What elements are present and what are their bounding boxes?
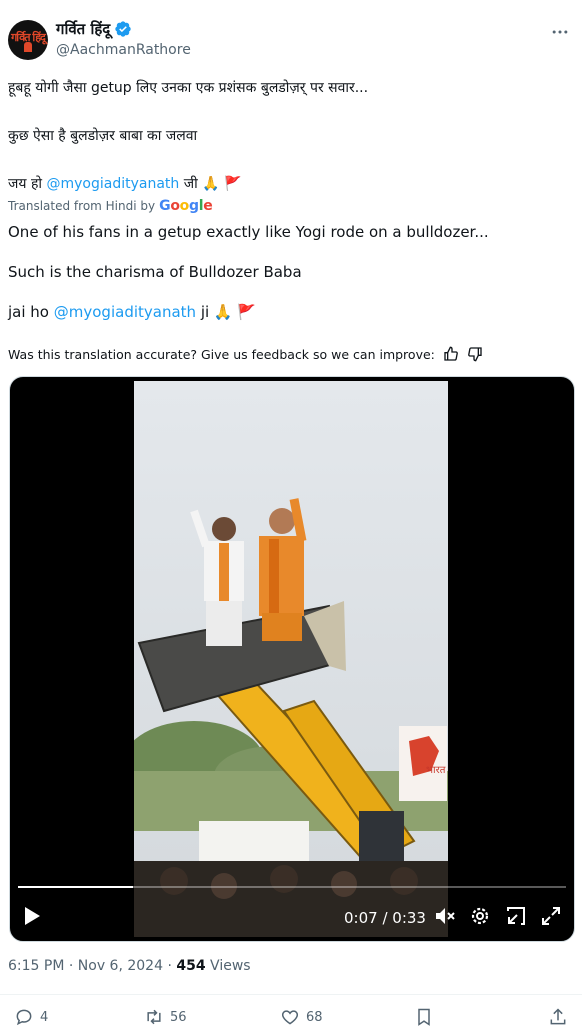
repost-icon <box>147 1009 161 1025</box>
google-logo: Google <box>159 198 213 214</box>
video-player[interactable]: भारत 0:07 / 0:33 <box>9 376 575 942</box>
thumbs-down-icon[interactable] <box>467 346 483 362</box>
like-button[interactable]: 68 <box>280 1006 323 1028</box>
english-line-1: One of his fans in a getup exactly like … <box>8 223 489 241</box>
bookmark-icon <box>418 1008 430 1026</box>
post-meta: 6:15 PM · Nov 6, 2024 · 454 Views <box>8 958 251 974</box>
translation-attribution: Translated from Hindi by Google <box>8 198 213 214</box>
like-icon <box>281 1010 299 1025</box>
feedback-text: Was this translation accurate? Give us f… <box>8 346 435 362</box>
mention-link[interactable]: @myogiadityanath <box>46 176 179 192</box>
meta-separator-2: · <box>167 958 172 974</box>
translation-feedback: Was this translation accurate? Give us f… <box>8 346 483 362</box>
english-line-3: jai ho @myogiadityanath ji 🙏 🚩 <box>8 302 256 322</box>
video-progress-fill <box>18 886 134 888</box>
video-time: 0:07 / 0:33 <box>344 909 426 927</box>
hindi-line-3: जय हो @myogiadityanath जी 🙏 🚩 <box>8 174 242 194</box>
share-icon <box>550 1008 566 1025</box>
hindi-line-3-suffix: जी 🙏 🚩 <box>183 176 242 192</box>
name-row: गर्वित हिंदू <box>56 18 132 40</box>
share-button[interactable] <box>548 1006 568 1028</box>
post-time[interactable]: 6:15 PM <box>8 958 64 974</box>
hindi-line-3-prefix: जय हो <box>8 176 43 192</box>
reply-count: 4 <box>40 1009 49 1025</box>
poster-text: भारत <box>426 765 446 776</box>
views-count: 454 <box>176 958 206 974</box>
hindi-line-2: कुछ ऐसा है बुलडोज़र बाबा का जलवा <box>8 128 198 144</box>
post-header: गर्वित हिंदू गर्वित हिंदू @AachmanRathor… <box>8 16 574 64</box>
mute-icon[interactable] <box>434 905 456 927</box>
bookmark-button[interactable] <box>414 1006 434 1028</box>
play-icon[interactable] <box>22 905 42 927</box>
like-count: 68 <box>306 1009 323 1025</box>
divider <box>0 994 582 995</box>
video-progress-bar[interactable] <box>18 886 566 888</box>
picture-in-picture-icon[interactable] <box>505 905 527 927</box>
repost-button[interactable]: 56 <box>144 1006 187 1028</box>
fullscreen-icon[interactable] <box>540 905 562 927</box>
hindi-line-1: हूबहू योगी जैसा getup लिए उनका एक प्रशंस… <box>8 80 369 96</box>
display-name[interactable]: गर्वित हिंदू <box>56 19 110 39</box>
english-line-3-suffix: ji 🙏 🚩 <box>200 303 257 321</box>
reply-button[interactable]: 4 <box>14 1006 48 1028</box>
mention-link-translated[interactable]: @myogiadityanath <box>54 303 196 321</box>
post-date[interactable]: Nov 6, 2024 <box>78 958 163 974</box>
reply-icon <box>16 1009 32 1026</box>
avatar-figure <box>24 42 32 52</box>
user-handle[interactable]: @AachmanRathore <box>56 42 191 58</box>
avatar[interactable]: गर्वित हिंदू <box>8 20 48 60</box>
action-bar: 4 56 68 <box>0 1006 582 1030</box>
settings-icon[interactable] <box>469 905 491 927</box>
video-frame: भारत <box>134 381 448 937</box>
repost-count: 56 <box>170 1009 187 1025</box>
meta-separator: · <box>68 958 74 974</box>
english-line-3-prefix: jai ho <box>8 303 49 321</box>
translated-label: Translated from Hindi by <box>8 199 156 213</box>
views-label: Views <box>210 958 251 974</box>
verified-badge-icon <box>115 21 131 37</box>
more-icon[interactable] <box>550 22 570 42</box>
thumbs-up-icon[interactable] <box>443 346 459 362</box>
english-line-2: Such is the charisma of Bulldozer Baba <box>8 263 302 281</box>
